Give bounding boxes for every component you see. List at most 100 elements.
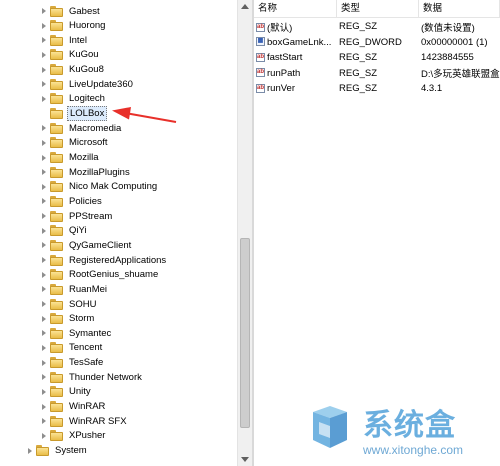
string-value-icon: ab xyxy=(256,68,265,78)
tree-item-label: PPStream xyxy=(69,210,113,222)
registry-key-tree[interactable]: Gabest Huorong Intel KuGou KuGou8 LiveUpdate3… xyxy=(0,0,237,466)
tree-item[interactable]: LiveUpdate360 xyxy=(42,77,135,91)
folder-icon xyxy=(50,430,64,442)
folder-icon xyxy=(50,283,64,295)
tree-item-label: Macromedia xyxy=(69,122,122,134)
tree-item[interactable]: Tencent xyxy=(42,341,104,355)
tree-item[interactable]: RegisteredApplications xyxy=(42,253,168,267)
tree-item[interactable]: XPusher xyxy=(42,429,107,443)
tree-item[interactable]: System xyxy=(28,444,89,458)
expand-arrow-icon[interactable] xyxy=(42,66,46,73)
expand-arrow-icon[interactable] xyxy=(42,81,46,88)
tree-item[interactable]: RuanMei xyxy=(42,282,109,296)
value-cell-data: (数值未设置) xyxy=(419,20,500,34)
tree-item-label: Storm xyxy=(69,313,95,325)
expand-arrow-icon[interactable] xyxy=(42,242,46,249)
expand-arrow-icon[interactable] xyxy=(42,37,46,44)
watermark-logo-icon xyxy=(313,406,347,448)
expand-arrow-icon[interactable] xyxy=(42,344,46,351)
expand-arrow-icon[interactable] xyxy=(42,95,46,102)
tree-item[interactable]: QiYi xyxy=(42,224,89,238)
tree-item[interactable]: Unity xyxy=(42,385,93,399)
expand-arrow-icon[interactable] xyxy=(42,198,46,205)
expand-arrow-icon[interactable] xyxy=(42,139,46,146)
tree-item-label: QyGameClient xyxy=(69,239,132,251)
tree-item[interactable]: SOHU xyxy=(42,297,98,311)
scroll-thumb[interactable] xyxy=(240,238,250,428)
expand-arrow-icon[interactable] xyxy=(42,374,46,381)
expand-arrow-icon[interactable] xyxy=(42,22,46,29)
column-header-data[interactable]: 数据 xyxy=(419,0,500,17)
expand-arrow-icon[interactable] xyxy=(42,301,46,307)
value-row[interactable]: abrunPathREG_SZD:\多玩英雄联盟盒子 xyxy=(254,66,500,81)
folder-icon xyxy=(50,225,64,237)
value-row[interactable]: ab (默认) REG_SZ (数值未设置) xyxy=(254,19,500,34)
expand-arrow-icon[interactable] xyxy=(42,125,46,132)
values-pane: 名称 类型 数据 ab (默认) REG_SZ (数值未设置) ▦ boxGameLnk.… xyxy=(254,0,500,466)
tree-item[interactable]: WinRAR xyxy=(42,400,107,414)
tree-item[interactable]: KuGou xyxy=(42,48,101,62)
expand-arrow-icon[interactable] xyxy=(42,403,46,410)
tree-item[interactable]: TesSafe xyxy=(42,356,105,370)
tree-item[interactable]: Logitech xyxy=(42,92,107,106)
scroll-down-arrow-icon[interactable] xyxy=(241,457,249,462)
tree-item[interactable]: Nico Mak Computing xyxy=(42,180,159,194)
scroll-up-arrow-icon[interactable] xyxy=(241,4,249,9)
tree-item-label: XPusher xyxy=(69,430,106,442)
tree-item[interactable]: Storm xyxy=(42,312,96,326)
tree-item[interactable]: MozillaPlugins xyxy=(42,165,132,179)
tree-item[interactable]: WinRAR SFX xyxy=(42,414,129,428)
expand-arrow-icon[interactable] xyxy=(42,418,46,425)
value-row[interactable]: ab runVer REG_SZ 4.3.1 xyxy=(254,81,500,96)
tree-item-label: System xyxy=(55,445,87,456)
string-value-icon: ab xyxy=(256,83,265,93)
column-header-name[interactable]: 名称 xyxy=(254,0,337,17)
expand-arrow-icon[interactable] xyxy=(42,213,46,220)
tree-item[interactable]: PPStream xyxy=(42,209,114,223)
tree-item[interactable]: Thunder Network xyxy=(42,370,144,384)
tree-item[interactable]: QyGameClient xyxy=(42,238,133,252)
expand-arrow-icon[interactable] xyxy=(42,388,46,395)
tree-item-label: RootGenius_shuame xyxy=(69,269,159,281)
folder-icon xyxy=(36,445,50,456)
expand-arrow-icon[interactable] xyxy=(42,315,46,322)
value-cell-type: REG_SZ xyxy=(337,83,419,94)
expand-arrow-icon[interactable] xyxy=(42,257,46,264)
tree-item-label: QiYi xyxy=(69,225,87,237)
expand-arrow-icon[interactable] xyxy=(42,286,46,293)
value-row[interactable]: ab fastStart REG_SZ 1423884555 xyxy=(254,50,500,65)
value-name: runVer xyxy=(267,83,295,94)
column-header-type[interactable]: 类型 xyxy=(337,0,419,17)
expand-arrow-icon[interactable] xyxy=(42,169,46,176)
tree-item[interactable]: Symantec xyxy=(42,326,113,340)
tree-item[interactable]: Macromedia xyxy=(42,121,123,135)
tree-item[interactable]: Huorong xyxy=(42,19,107,33)
tree-item[interactable]: KuGou8 xyxy=(42,63,106,77)
value-cell-name: ab runPath xyxy=(254,68,337,79)
expand-arrow-icon[interactable] xyxy=(42,8,46,14)
expand-arrow-icon[interactable] xyxy=(28,447,32,454)
tree-item[interactable]: Mozilla xyxy=(42,151,101,165)
expand-arrow-icon[interactable] xyxy=(42,183,46,190)
tree-vertical-scrollbar[interactable] xyxy=(237,0,252,466)
tree-item[interactable]: Policies xyxy=(42,194,104,208)
folder-icon xyxy=(50,254,64,266)
tree-item[interactable]: Intel xyxy=(42,33,89,47)
expand-arrow-icon[interactable] xyxy=(42,51,46,58)
expand-arrow-icon[interactable] xyxy=(42,330,46,337)
expand-arrow-icon[interactable] xyxy=(42,227,46,234)
folder-icon xyxy=(50,34,64,46)
tree-item-label: LOLBox xyxy=(67,106,108,122)
tree-item[interactable]: Gabest xyxy=(42,4,102,18)
value-type: REG_SZ xyxy=(339,67,378,79)
tree-item[interactable]: LOLBox xyxy=(42,106,108,122)
tree-item-label: Nico Mak Computing xyxy=(69,181,158,193)
tree-item[interactable]: Microsoft xyxy=(42,136,110,150)
expand-arrow-icon[interactable] xyxy=(42,154,46,161)
tree-item[interactable]: RootGenius_shuame xyxy=(42,268,160,282)
expand-arrow-icon[interactable] xyxy=(42,432,46,439)
value-row[interactable]: ▦ boxGameLnk... REG_DWORD 0x00000001 (1) xyxy=(254,35,500,50)
expand-arrow-icon[interactable] xyxy=(42,271,46,278)
expand-arrow-icon[interactable] xyxy=(42,359,46,366)
tree-item-label: Microsoft xyxy=(69,137,108,149)
